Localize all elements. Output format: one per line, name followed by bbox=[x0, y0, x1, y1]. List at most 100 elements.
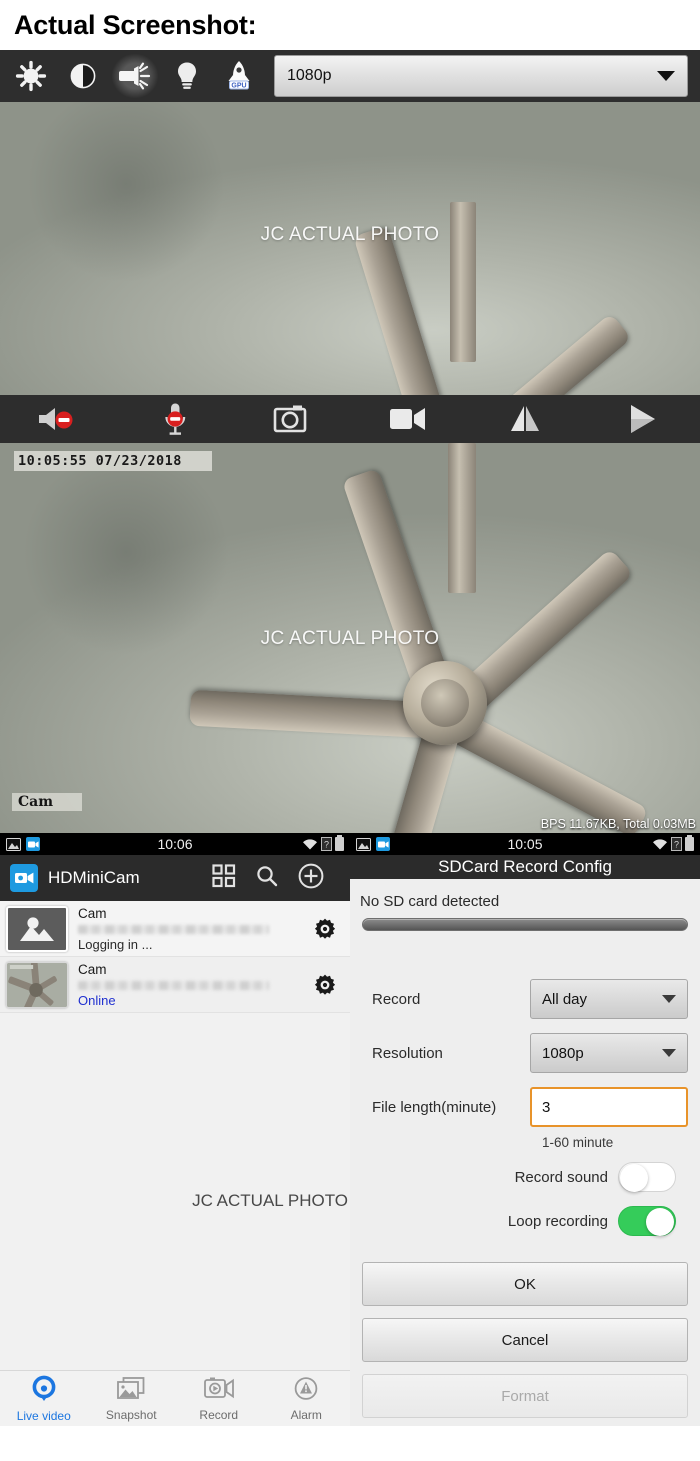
nav-snapshot[interactable]: Snapshot bbox=[88, 1376, 176, 1422]
file-length-field-row: File length(minute) 3 bbox=[362, 1087, 688, 1127]
file-length-hint: 1-60 minute bbox=[542, 1135, 614, 1150]
sdcard-config-title: SDCard Record Config bbox=[350, 855, 700, 880]
gpu-rocket-icon[interactable]: GPU bbox=[216, 54, 262, 98]
resolution-select[interactable]: 1080p bbox=[530, 1033, 688, 1073]
file-length-label: File length(minute) bbox=[372, 1098, 497, 1116]
sd-card-usage-bar bbox=[362, 918, 688, 931]
nav-record-label: Record bbox=[199, 1407, 239, 1422]
resolution-select-top[interactable]: 1080p bbox=[274, 55, 688, 97]
search-icon[interactable] bbox=[256, 865, 278, 892]
camera-id-masked bbox=[78, 980, 269, 990]
chevron-down-icon bbox=[662, 1049, 676, 1057]
add-camera-icon[interactable] bbox=[298, 863, 324, 894]
record-sound-label: Record sound bbox=[514, 1168, 608, 1186]
osd-bitrate: BPS 11.67KB, Total 0.03MB bbox=[540, 817, 696, 831]
sdcard-config-form: Record All day Resolution 1080p File len… bbox=[350, 979, 700, 1250]
app-logo-icon bbox=[10, 864, 38, 892]
app-title: HDMiniCam bbox=[48, 868, 140, 887]
app-body: HDMiniCam Cam Logging in ... Cam Online … bbox=[0, 855, 700, 1426]
alarm-icon bbox=[292, 1376, 320, 1407]
left-pane-watermark: JC ACTUAL PHOTO bbox=[192, 1191, 348, 1210]
grid-view-icon[interactable] bbox=[212, 863, 236, 893]
camera-thumbnail-live bbox=[6, 961, 68, 1008]
camera-settings-gear-icon-1[interactable] bbox=[310, 917, 340, 941]
mute-speaker-icon[interactable] bbox=[13, 395, 103, 443]
nav-record[interactable]: Record bbox=[175, 1376, 263, 1422]
live-video-icon bbox=[30, 1375, 58, 1408]
toggle-knob bbox=[646, 1208, 674, 1236]
record-mode-select[interactable]: All day bbox=[530, 979, 688, 1019]
flashlight-icon[interactable] bbox=[112, 54, 158, 98]
loop-recording-row: Loop recording bbox=[362, 1206, 688, 1236]
cancel-button[interactable]: Cancel bbox=[362, 1318, 688, 1362]
loop-recording-label: Loop recording bbox=[507, 1212, 608, 1230]
camera-list-pane: HDMiniCam Cam Logging in ... Cam Online … bbox=[0, 855, 350, 1426]
nav-live-video[interactable]: Live video bbox=[0, 1375, 88, 1423]
loop-recording-toggle[interactable] bbox=[618, 1206, 676, 1236]
status-bar-left: 10:06 ? bbox=[0, 833, 350, 855]
record-field-row: Record All day bbox=[362, 979, 688, 1019]
status-bar-right: 10:05 ? bbox=[350, 833, 700, 855]
page-title: Actual Screenshot: bbox=[14, 9, 257, 40]
nav-alarm[interactable]: Alarm bbox=[263, 1376, 351, 1422]
format-button[interactable]: Format bbox=[362, 1374, 688, 1418]
svg-text:GPU: GPU bbox=[231, 82, 246, 89]
player-tool-icons: GPU bbox=[8, 54, 262, 98]
battery-icon bbox=[685, 835, 694, 851]
record-mode-value: All day bbox=[542, 990, 588, 1008]
chevron-down-icon bbox=[657, 71, 675, 81]
record-sound-row: Record sound bbox=[362, 1162, 688, 1192]
file-length-input[interactable]: 3 bbox=[530, 1087, 688, 1127]
snapshot-icon bbox=[116, 1376, 146, 1407]
record-sound-toggle[interactable] bbox=[618, 1162, 676, 1192]
player-toolbar: GPU 1080p bbox=[0, 50, 700, 102]
resolution-label: Resolution bbox=[372, 1044, 443, 1062]
nav-snapshot-label: Snapshot bbox=[105, 1407, 157, 1422]
camera-name: Cam bbox=[78, 905, 107, 921]
chevron-down-icon bbox=[662, 995, 676, 1003]
mirror-flip-icon[interactable] bbox=[480, 395, 570, 443]
live-video-top[interactable]: JC ACTUAL PHOTO bbox=[0, 102, 700, 395]
android-status-bars: 10:06 ? 10:05 ? bbox=[0, 833, 700, 855]
status-bar-clock-left: 10:06 bbox=[157, 836, 193, 852]
camera-list: Cam Logging in ... Cam Online bbox=[0, 901, 350, 1013]
status-bar-clock-right: 10:05 bbox=[507, 836, 543, 852]
sdcard-config-pane: SDCard Record Config No SD card detected… bbox=[350, 855, 700, 1426]
nav-alarm-label: Alarm bbox=[290, 1407, 322, 1422]
camera-info-2: Cam Online bbox=[78, 962, 300, 1008]
app-bar: HDMiniCam bbox=[0, 855, 350, 901]
next-arrow-icon[interactable] bbox=[597, 395, 687, 443]
camera-list-item-2[interactable]: Cam Online bbox=[0, 957, 350, 1013]
app-bar-actions bbox=[212, 863, 340, 894]
battery-icon bbox=[335, 835, 344, 851]
nav-live-video-label: Live video bbox=[16, 1408, 71, 1423]
camera-list-empty-area: JC ACTUAL PHOTO bbox=[0, 1013, 350, 1370]
record-label: Record bbox=[372, 990, 421, 1008]
brightness-icon[interactable] bbox=[8, 54, 54, 98]
ok-button[interactable]: OK bbox=[362, 1262, 688, 1306]
camera-id-masked bbox=[78, 924, 269, 934]
mute-mic-icon[interactable] bbox=[130, 395, 220, 443]
fan-scene-bottom bbox=[0, 443, 700, 833]
fan-scene-top bbox=[0, 102, 700, 395]
camera-status: Online bbox=[78, 992, 116, 1008]
resolution-field-row: Resolution 1080p bbox=[362, 1033, 688, 1073]
toggle-knob bbox=[620, 1164, 648, 1192]
osd-timestamp: 10:05:55 07/23/2018 bbox=[14, 451, 212, 471]
bulb-icon[interactable] bbox=[164, 54, 210, 98]
camera-list-item-1[interactable]: Cam Logging in ... bbox=[0, 901, 350, 957]
camera-name: Cam bbox=[78, 961, 107, 977]
camera-settings-gear-icon-2[interactable] bbox=[310, 973, 340, 997]
record-icon bbox=[203, 1376, 235, 1407]
sd-card-status: No SD card detected bbox=[360, 893, 500, 911]
record-video-icon[interactable] bbox=[363, 395, 453, 443]
live-video-bottom[interactable]: JC ACTUAL PHOTO 10:05:55 07/23/2018 Cam … bbox=[0, 443, 700, 833]
sdcard-config-buttons: OK Cancel Format bbox=[350, 1250, 700, 1426]
snapshot-camera-icon[interactable] bbox=[247, 395, 337, 443]
resolution-value: 1080p bbox=[542, 1044, 584, 1062]
contrast-icon[interactable] bbox=[60, 54, 106, 98]
bottom-navigation: Live video Snapshot Record Alarm bbox=[0, 1370, 350, 1426]
osd-camera-label: Cam bbox=[12, 793, 82, 811]
camera-info-1: Cam Logging in ... bbox=[78, 906, 300, 952]
camera-status: Logging in ... bbox=[78, 936, 153, 952]
